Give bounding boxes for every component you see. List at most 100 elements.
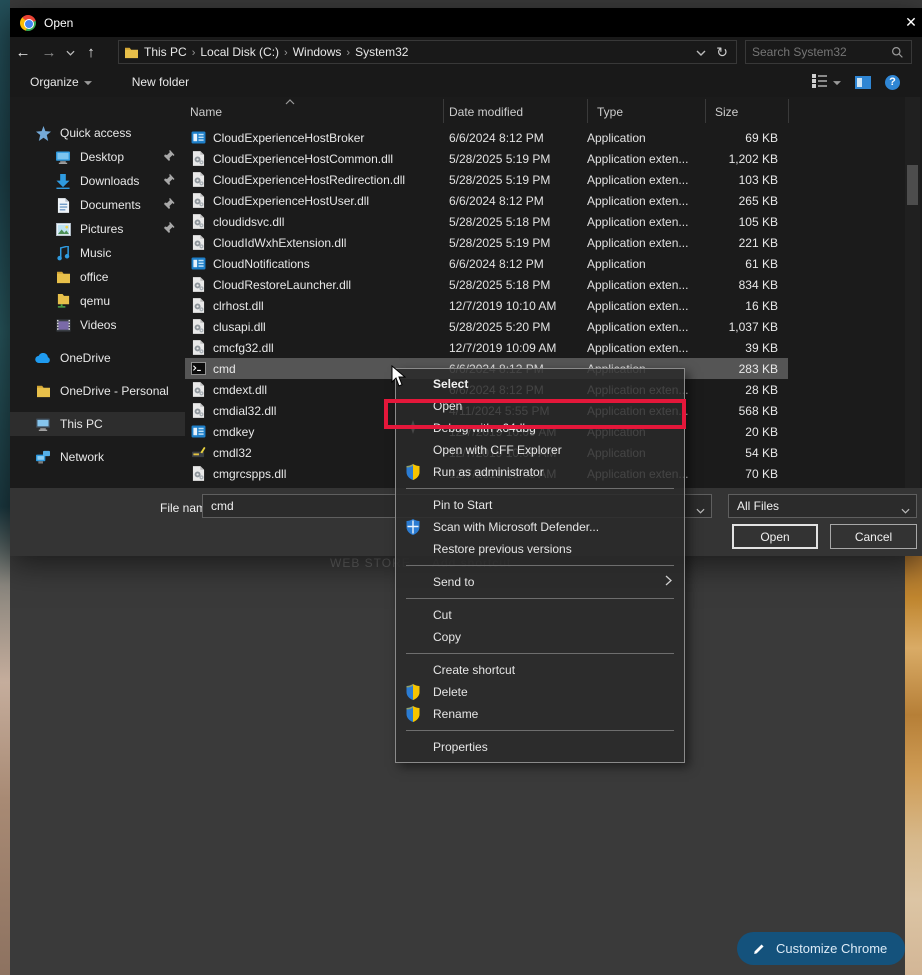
file-row[interactable]: CloudNotifications 6/6/2024 8:12 PM Appl… [185, 253, 788, 274]
mouse-cursor [391, 365, 406, 390]
address-bar[interactable]: This PC›Local Disk (C:)›Windows›System32… [118, 40, 737, 64]
folder-icon [35, 383, 51, 399]
file-name: cmdkey [213, 425, 254, 439]
context-menu-item-create-shortcut[interactable]: Create shortcut [396, 659, 684, 681]
file-size: 39 KB [705, 341, 788, 355]
context-menu-item-label: Send to [433, 575, 474, 589]
context-menu-item-rename[interactable]: Rename [396, 703, 684, 725]
open-button[interactable]: Open [732, 524, 818, 549]
sidebar-item-music[interactable]: Music [10, 241, 185, 265]
context-menu-item-label: Select [433, 377, 468, 391]
header-divider[interactable] [788, 99, 789, 123]
back-button[interactable]: ← [10, 44, 36, 61]
header-divider[interactable] [705, 99, 706, 123]
context-menu-item-restore-previous-versions[interactable]: Restore previous versions [396, 538, 684, 560]
sidebar-item-label: OneDrive - Personal [60, 384, 169, 398]
sidebar-item-pictures[interactable]: Pictures [10, 217, 185, 241]
breadcrumb-item[interactable]: Windows [288, 45, 347, 59]
file-type-select[interactable]: All Files [728, 494, 917, 518]
sidebar-item-documents[interactable]: Documents [10, 193, 185, 217]
file-name-value: cmd [211, 499, 234, 513]
close-icon[interactable]: ✕ [902, 14, 920, 31]
context-menu-item-label: Run as administrator [433, 465, 544, 479]
sidebar-item-this-pc[interactable]: This PC [10, 412, 185, 436]
file-name-chevron-icon[interactable] [696, 503, 705, 517]
list-scrollbar[interactable] [905, 97, 920, 488]
forward-button[interactable]: → [36, 44, 62, 61]
refresh-icon[interactable]: ↻ [716, 44, 728, 61]
sidebar-item-qemu[interactable]: qemu [10, 289, 185, 313]
scrollbar-thumb[interactable] [907, 165, 918, 205]
file-row[interactable]: CloudExperienceHostUser.dll 6/6/2024 8:1… [185, 190, 788, 211]
sidebar-item-onedrive-personal[interactable]: OneDrive - Personal [10, 379, 185, 403]
sidebar-item-onedrive[interactable]: OneDrive [10, 346, 185, 370]
file-name: CloudRestoreLauncher.dll [213, 278, 351, 292]
file-row[interactable]: clrhost.dll 12/7/2019 10:10 AM Applicati… [185, 295, 788, 316]
file-size: 283 KB [705, 362, 788, 376]
sidebar-item-label: Music [80, 246, 111, 260]
context-menu-item-label: Scan with Microsoft Defender... [433, 520, 599, 534]
context-menu-item-pin-to-start[interactable]: Pin to Start [396, 494, 684, 516]
sort-ascending-icon [285, 94, 295, 108]
breadcrumb-item[interactable]: System32 [350, 45, 413, 59]
customize-chrome-button[interactable]: Customize Chrome [737, 932, 905, 965]
context-menu-item-scan-with-microsoft-defender-[interactable]: Scan with Microsoft Defender... [396, 516, 684, 538]
preview-pane-icon[interactable] [855, 76, 871, 89]
sidebar-item-office[interactable]: office [10, 265, 185, 289]
sidebar-item-quick-access[interactable]: Quick access [10, 121, 185, 145]
desktop-icon [55, 149, 71, 165]
desktop-background-strip [0, 0, 10, 975]
file-row[interactable]: cloudidsvc.dll 5/28/2025 5:18 PM Applica… [185, 211, 788, 232]
search-input[interactable] [752, 45, 889, 59]
cancel-button[interactable]: Cancel [830, 524, 917, 549]
search-box[interactable] [745, 40, 912, 64]
column-header-date[interactable]: Date modified [449, 105, 523, 119]
customize-chrome-label: Customize Chrome [776, 941, 887, 956]
file-row[interactable]: CloudExperienceHostCommon.dll 5/28/2025 … [185, 148, 788, 169]
context-menu-item-delete[interactable]: Delete [396, 681, 684, 703]
file-name: CloudExperienceHostRedirection.dll [213, 173, 405, 187]
file-date-modified: 5/28/2025 5:18 PM [443, 215, 587, 229]
column-header-name[interactable]: Name [190, 105, 222, 119]
header-divider[interactable] [587, 99, 588, 123]
breadcrumb-item[interactable]: Local Disk (C:) [195, 45, 284, 59]
sidebar-item-desktop[interactable]: Desktop [10, 145, 185, 169]
file-row[interactable]: cmcfg32.dll 12/7/2019 10:09 AM Applicati… [185, 337, 788, 358]
file-name: cmgrcspps.dll [213, 467, 286, 481]
up-button[interactable]: ↑ [78, 44, 104, 61]
sidebar-item-downloads[interactable]: Downloads [10, 169, 185, 193]
breadcrumb-item[interactable]: This PC [139, 45, 192, 59]
file-size: 568 KB [705, 404, 788, 418]
change-view-button[interactable] [812, 74, 841, 91]
file-row[interactable]: CloudRestoreLauncher.dll 5/28/2025 5:18 … [185, 274, 788, 295]
context-menu-item-select[interactable]: Select [396, 373, 684, 395]
context-menu-item-send-to[interactable]: Send to [396, 571, 684, 593]
sidebar-item-videos[interactable]: Videos [10, 313, 185, 337]
sidebar-item-network[interactable]: Network [10, 445, 185, 469]
file-row[interactable]: CloudExperienceHostRedirection.dll 5/28/… [185, 169, 788, 190]
organize-button[interactable]: Organize [10, 75, 92, 89]
context-menu-item-cut[interactable]: Cut [396, 604, 684, 626]
column-header-type[interactable]: Type [597, 105, 623, 119]
pin-icon [163, 222, 175, 237]
chrome-logo-icon [20, 15, 36, 31]
file-row[interactable]: CloudIdWxhExtension.dll 5/28/2025 5:19 P… [185, 232, 788, 253]
context-menu-item-properties[interactable]: Properties [396, 736, 684, 758]
dll-icon [190, 319, 206, 335]
file-row[interactable]: clusapi.dll 5/28/2025 5:20 PM Applicatio… [185, 316, 788, 337]
context-menu-item-label: Open with CFF Explorer [433, 443, 562, 457]
context-menu-item-open-with-cff-explorer[interactable]: Open with CFF Explorer [396, 439, 684, 461]
address-dropdown-chevron-icon[interactable] [696, 45, 706, 59]
column-header-size[interactable]: Size [715, 105, 738, 119]
context-menu-item-run-as-administrator[interactable]: Run as administrator [396, 461, 684, 483]
file-type: Application exten... [587, 320, 705, 334]
file-size: 16 KB [705, 299, 788, 313]
context-menu-item-copy[interactable]: Copy [396, 626, 684, 648]
file-size: 20 KB [705, 425, 788, 439]
history-chevron-icon[interactable] [62, 45, 78, 59]
help-icon[interactable]: ? [885, 75, 900, 90]
file-row[interactable]: CloudExperienceHostBroker 6/6/2024 8:12 … [185, 127, 788, 148]
new-folder-button[interactable]: New folder [92, 75, 189, 89]
header-divider[interactable] [443, 99, 444, 123]
new-folder-label: New folder [132, 75, 189, 89]
